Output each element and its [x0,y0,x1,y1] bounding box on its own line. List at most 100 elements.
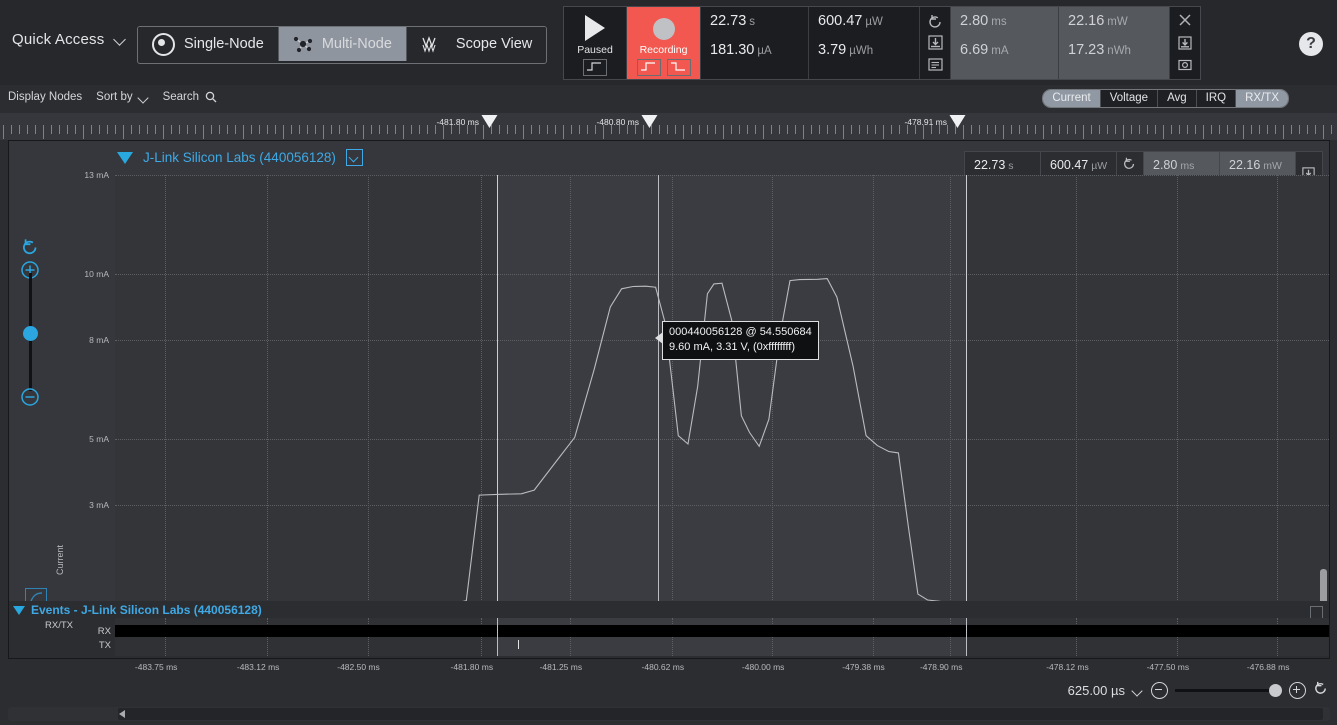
ruler-tick [1139,125,1140,134]
save-icon[interactable] [1177,35,1194,52]
ruler-tick [1299,125,1300,134]
ruler-tick [195,125,196,134]
zoom-out-icon[interactable] [20,387,40,407]
multi-node-icon [293,35,313,53]
sort-by-dropdown[interactable]: Sort by [96,91,148,103]
events-panel: Events - J-Link Silicon Labs (440056128)… [8,601,1330,659]
ruler-tick [539,125,540,134]
ruler-tick [771,125,772,134]
mode-scope-view[interactable]: Scope View [407,27,546,61]
reset-icon[interactable] [927,13,944,30]
ruler-tick [1027,125,1028,134]
ruler-tick [1259,125,1260,134]
zoom-slider-track[interactable] [1175,689,1271,692]
ruler-tick [1251,125,1252,134]
tab-current[interactable]: Current [1043,90,1100,107]
x-axis-tick-label: -478.12 ms [1046,662,1089,672]
falling-edge-icon[interactable] [667,59,691,76]
help-icon[interactable]: ? [1299,32,1323,56]
mode-single-node[interactable]: Single-Node [138,27,279,61]
ruler-tick [291,125,292,134]
ruler-tick [563,125,564,139]
tab-avg[interactable]: Avg [1158,90,1197,107]
x-axis-tick-label: -481.25 ms [540,662,583,672]
events-header[interactable]: Events - J-Link Silicon Labs (440056128) [13,603,262,617]
ruler-tick [1291,125,1292,134]
session-elapsed-value: 22.73s [710,13,808,29]
plot-vertical-scrollbar[interactable] [1320,569,1327,604]
triangle-down-icon[interactable] [13,606,25,615]
horizontal-scrollbar[interactable] [8,707,1330,721]
ruler-tick [779,125,780,134]
lane-label-rx: RX [75,626,111,637]
tab-rxtx[interactable]: RX/TX [1236,90,1288,107]
ruler-tick [811,125,812,134]
reset-zoom-icon[interactable] [20,237,40,257]
event-lane-tx[interactable]: TX [115,639,1329,651]
ruler-tick [1315,125,1316,134]
export-icon[interactable] [927,34,944,51]
ruler-tick [131,125,132,134]
quick-access-dropdown[interactable]: Quick Access [12,31,127,48]
ruler-tick [995,125,996,134]
ruler-tick [755,125,756,134]
ruler-tick [795,125,796,134]
ruler-tick [803,125,804,139]
scrollbar-thumb[interactable] [118,708,1323,720]
search-label: Search [163,91,199,103]
ruler-tick [547,125,548,134]
search-control[interactable]: Search [163,91,217,103]
rising-edge-icon[interactable] [637,59,661,76]
minus-circle-icon[interactable] [1151,682,1168,699]
zoom-slider-handle[interactable] [23,326,38,341]
ruler-tick [1243,125,1244,139]
help-label: ? [1306,35,1316,53]
tx-event-tick [518,640,519,649]
ruler-tick [371,125,372,134]
ruler-tick [1067,125,1068,134]
x-axis-tick-label: -476.88 ms [1247,662,1290,672]
dropdown-icon[interactable] [346,149,363,166]
timeline-ruler[interactable]: -481.80 ms -480.80 ms -478.91 ms [0,113,1337,140]
event-lane-rx[interactable]: RX [115,625,1329,637]
vertical-zoom-slider[interactable] [20,237,50,407]
record-button[interactable]: Recording [627,7,701,79]
ruler-tick [1267,125,1268,134]
tab-voltage[interactable]: Voltage [1101,90,1158,107]
scroll-left-arrow-icon[interactable] [119,710,125,718]
ruler-tick [323,125,324,139]
zoom-level-value: 625.00 µs [1068,683,1125,698]
ruler-marker[interactable]: -478.91 ms [904,115,965,128]
display-nodes-button[interactable]: Display Nodes [8,91,82,103]
chevron-down-icon[interactable] [114,33,127,46]
ruler-tick [987,125,988,134]
reset-icon[interactable] [1313,680,1329,701]
plus-circle-icon[interactable] [1289,682,1306,699]
ruler-marker[interactable]: -481.80 ms [436,115,497,128]
mode-multi-node[interactable]: Multi-Node [279,27,407,61]
y-axis: 13 mA10 mA8 mA5 mA3 mA0 mA Current [9,175,115,604]
ruler-tick [1003,125,1004,139]
triangle-down-icon[interactable] [117,152,133,164]
ruler-tick [19,125,20,134]
close-icon[interactable] [1177,12,1194,29]
ruler-tick [723,125,724,139]
screenshot-icon[interactable] [1177,57,1194,74]
ruler-tick [1115,125,1116,134]
sort-by-label: Sort by [96,91,132,103]
ruler-marker[interactable]: -480.80 ms [596,115,657,128]
ruler-tick [739,125,740,134]
ruler-tick [203,125,204,139]
tab-irq[interactable]: IRQ [1197,90,1236,107]
ruler-tick [683,125,684,139]
zoom-handle[interactable] [1269,684,1282,697]
record-edge-row [627,59,700,79]
chevron-down-icon[interactable] [1132,687,1144,695]
current-plot[interactable]: 000440056128 @ 54.550684 9.60 mA, 3.31 V… [115,175,1329,604]
rising-edge-icon[interactable] [583,59,607,76]
chart-node-title[interactable]: J-Link Silicon Labs (440056128) [117,149,363,166]
reset-icon[interactable] [1122,156,1139,173]
ruler-tick [819,125,820,134]
pause-play-button[interactable]: Paused [564,7,627,79]
report-icon[interactable] [927,56,944,73]
